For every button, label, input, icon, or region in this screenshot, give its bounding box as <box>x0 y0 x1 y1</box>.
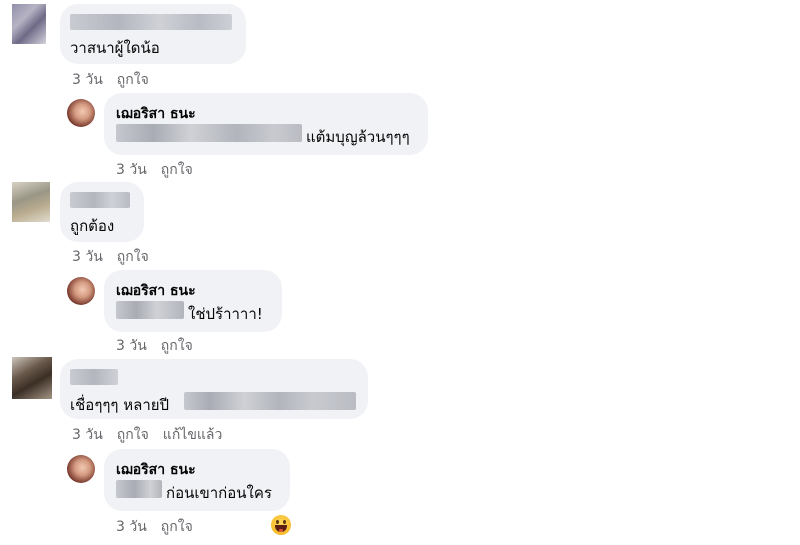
comment-meta: 3 วัน ถูกใจ แก้ไขแล้ว <box>72 424 236 446</box>
reply-author-name[interactable]: เฌอริสา ธนะ <box>116 280 196 302</box>
commenter-avatar[interactable] <box>12 357 52 399</box>
blurred-comment-text <box>184 392 356 410</box>
like-link[interactable]: ถูกใจ <box>161 162 193 178</box>
blurred-mention <box>116 480 162 498</box>
laughing-emoji-icon[interactable] <box>271 515 291 535</box>
reply-timestamp[interactable]: 3 วัน <box>116 162 147 178</box>
edited-label[interactable]: แก้ไขแล้ว <box>163 427 223 443</box>
like-link[interactable]: ถูกใจ <box>117 72 149 88</box>
reply-text: ก่อนเขาก่อนใคร <box>166 484 272 502</box>
comment-text: ถูกต้อง <box>70 217 115 235</box>
reply-meta: 3 วัน ถูกใจ <box>116 159 207 181</box>
reply-text: แต้มบุญล้วนๆๆๆ <box>306 128 410 146</box>
blurred-mention <box>116 301 184 319</box>
emoji-tongue <box>279 529 283 532</box>
comment-text: วาสนาผู้ใดน้อ <box>70 39 160 57</box>
emoji-eye <box>276 520 279 524</box>
blurred-commenter-name[interactable] <box>70 14 232 30</box>
reply-text: ใช่ปร้าาาา! <box>188 305 263 323</box>
comment-timestamp[interactable]: 3 วัน <box>72 427 103 443</box>
emoji-mouth <box>275 525 287 532</box>
comment-meta: 3 วัน ถูกใจ <box>72 246 163 268</box>
reply-author-name[interactable]: เฌอริสา ธนะ <box>116 459 196 481</box>
blurred-commenter-name[interactable] <box>70 369 118 385</box>
reply-meta: 3 วัน ถูกใจ <box>116 335 207 357</box>
reply-author-name[interactable]: เฌอริสา ธนะ <box>116 103 196 125</box>
comment-text: เชื่อๆๆๆ หลายปี <box>70 396 170 414</box>
reply-author-avatar[interactable] <box>67 277 95 305</box>
reply-timestamp[interactable]: 3 วัน <box>116 338 147 354</box>
comment-timestamp[interactable]: 3 วัน <box>72 249 103 265</box>
comment-meta: 3 วัน ถูกใจ <box>72 69 163 91</box>
commenter-avatar[interactable] <box>12 182 50 222</box>
reply-timestamp[interactable]: 3 วัน <box>116 519 147 535</box>
like-link[interactable]: ถูกใจ <box>117 249 149 265</box>
like-link[interactable]: ถูกใจ <box>161 338 193 354</box>
reply-meta: 3 วัน ถูกใจ <box>116 516 207 538</box>
comment-timestamp[interactable]: 3 วัน <box>72 72 103 88</box>
blurred-mention <box>116 124 302 142</box>
reply-author-avatar[interactable] <box>67 99 95 127</box>
reply-author-avatar[interactable] <box>67 455 95 483</box>
like-link[interactable]: ถูกใจ <box>117 427 149 443</box>
like-link[interactable]: ถูกใจ <box>161 519 193 535</box>
emoji-eye <box>283 520 286 524</box>
blurred-commenter-name[interactable] <box>70 192 130 208</box>
commenter-avatar[interactable] <box>12 4 46 44</box>
